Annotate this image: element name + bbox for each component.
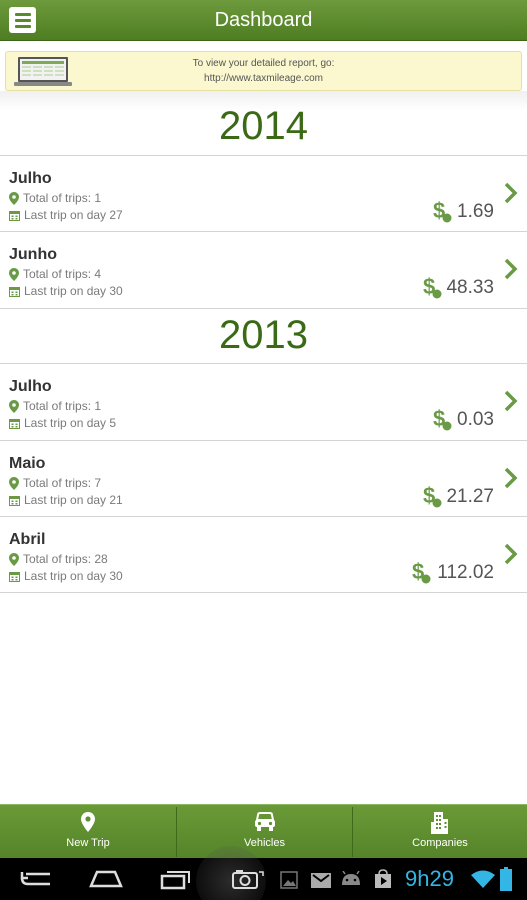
amount-value: 1.69 [457,201,494,222]
map-pin-icon [9,267,19,281]
month-row[interactable]: Junho Total of trips: 4 Last trip on day… [0,232,527,308]
trips-count: Total of trips: 28 [23,552,108,566]
last-trip-line: Last trip on day 5 [9,416,116,430]
dollar-coin-icon: $ [423,483,442,508]
calendar-icon [9,286,20,297]
year-heading: 2014 [219,104,308,148]
gallery-icon [280,871,298,889]
year-heading: 2013 [219,313,308,357]
last-trip-line: Last trip on day 30 [9,284,123,298]
building-icon [431,812,448,834]
recent-apps-icon[interactable] [160,868,192,890]
calendar-icon [9,571,20,582]
bottom-nav: New Trip Vehicles Companies [0,804,527,858]
month-row[interactable]: Maio Total of trips: 7 Last trip on day … [0,441,527,517]
map-pin-icon [81,812,95,832]
dollar-coin-icon: $ [423,274,442,299]
action-bar: Dashboard [0,0,527,41]
chevron-right-icon[interactable] [504,182,518,204]
last-trip-day: Last trip on day 27 [24,208,123,222]
last-trip-day: Last trip on day 30 [24,284,123,298]
car-icon [254,812,275,831]
nav-label: Vehicles [244,837,285,849]
divider [0,592,527,593]
amount-value: 21.27 [446,486,494,507]
trips-line: Total of trips: 28 [9,552,108,566]
trips-line: Total of trips: 1 [9,399,101,413]
trips-line: Total of trips: 4 [9,267,101,281]
dollar-coin-icon: $ [433,198,452,223]
last-trip-line: Last trip on day 30 [9,569,123,583]
calendar-icon [9,418,20,429]
trips-count: Total of trips: 1 [23,399,102,413]
last-trip-day: Last trip on day 21 [24,493,123,507]
map-pin-icon [9,191,19,205]
banner-link[interactable]: http://www.taxmileage.com [6,73,521,84]
back-icon[interactable] [20,870,52,888]
last-trip-day: Last trip on day 5 [24,416,117,430]
month-label: Julho [9,170,52,187]
month-label: Junho [9,246,57,263]
trips-count: Total of trips: 4 [23,267,102,281]
month-label: Julho [9,378,52,395]
wifi-icon [471,870,495,888]
trips-count: Total of trips: 1 [23,191,102,205]
divider [0,308,527,309]
trips-line: Total of trips: 1 [9,191,101,205]
companies-button[interactable]: Companies [353,805,527,859]
clock: 9h29 [405,866,454,891]
vehicles-button[interactable]: Vehicles [177,805,352,859]
map-pin-icon [9,399,19,413]
amount-value: 0.03 [457,409,494,430]
amount-value: 48.33 [446,277,494,298]
screenshot-icon[interactable] [232,870,264,890]
home-icon[interactable] [89,868,123,888]
nav-label: Companies [412,837,468,849]
month-row[interactable]: Julho Total of trips: 1 Last trip on day… [0,364,527,440]
dollar-coin-icon: $ [433,406,452,431]
system-bar: 9h29 [0,846,527,900]
dollar-coin-icon: $ [412,559,431,584]
last-trip-line: Last trip on day 21 [9,493,123,507]
trips-count: Total of trips: 7 [23,476,102,490]
android-icon [342,871,360,885]
amount-value: 112.02 [437,562,494,583]
new-trip-button[interactable]: New Trip [0,805,176,859]
trips-line: Total of trips: 7 [9,476,101,490]
month-row[interactable]: Abril Total of trips: 28 Last trip on da… [0,517,527,593]
month-label: Maio [9,455,46,472]
chevron-right-icon[interactable] [504,390,518,412]
page-title: Dashboard [214,9,313,31]
month-row[interactable]: Julho Total of trips: 1 Last trip on day… [0,156,527,232]
map-pin-icon [9,552,19,566]
chevron-right-icon[interactable] [504,467,518,489]
nav-label: New Trip [66,837,110,849]
map-pin-icon [9,476,19,490]
month-label: Abril [9,531,46,548]
last-trip-line: Last trip on day 27 [9,208,123,222]
chevron-right-icon[interactable] [504,258,518,280]
battery-icon [500,867,512,891]
banner-text: To view your detailed report, go: [192,58,335,69]
report-banner[interactable]: To view your detailed report, go: http:/… [5,51,522,91]
gmail-icon [311,873,331,888]
play-store-icon [375,869,391,888]
calendar-icon [9,495,20,506]
calendar-icon [9,210,20,221]
chevron-right-icon[interactable] [504,543,518,565]
last-trip-day: Last trip on day 30 [24,569,123,583]
